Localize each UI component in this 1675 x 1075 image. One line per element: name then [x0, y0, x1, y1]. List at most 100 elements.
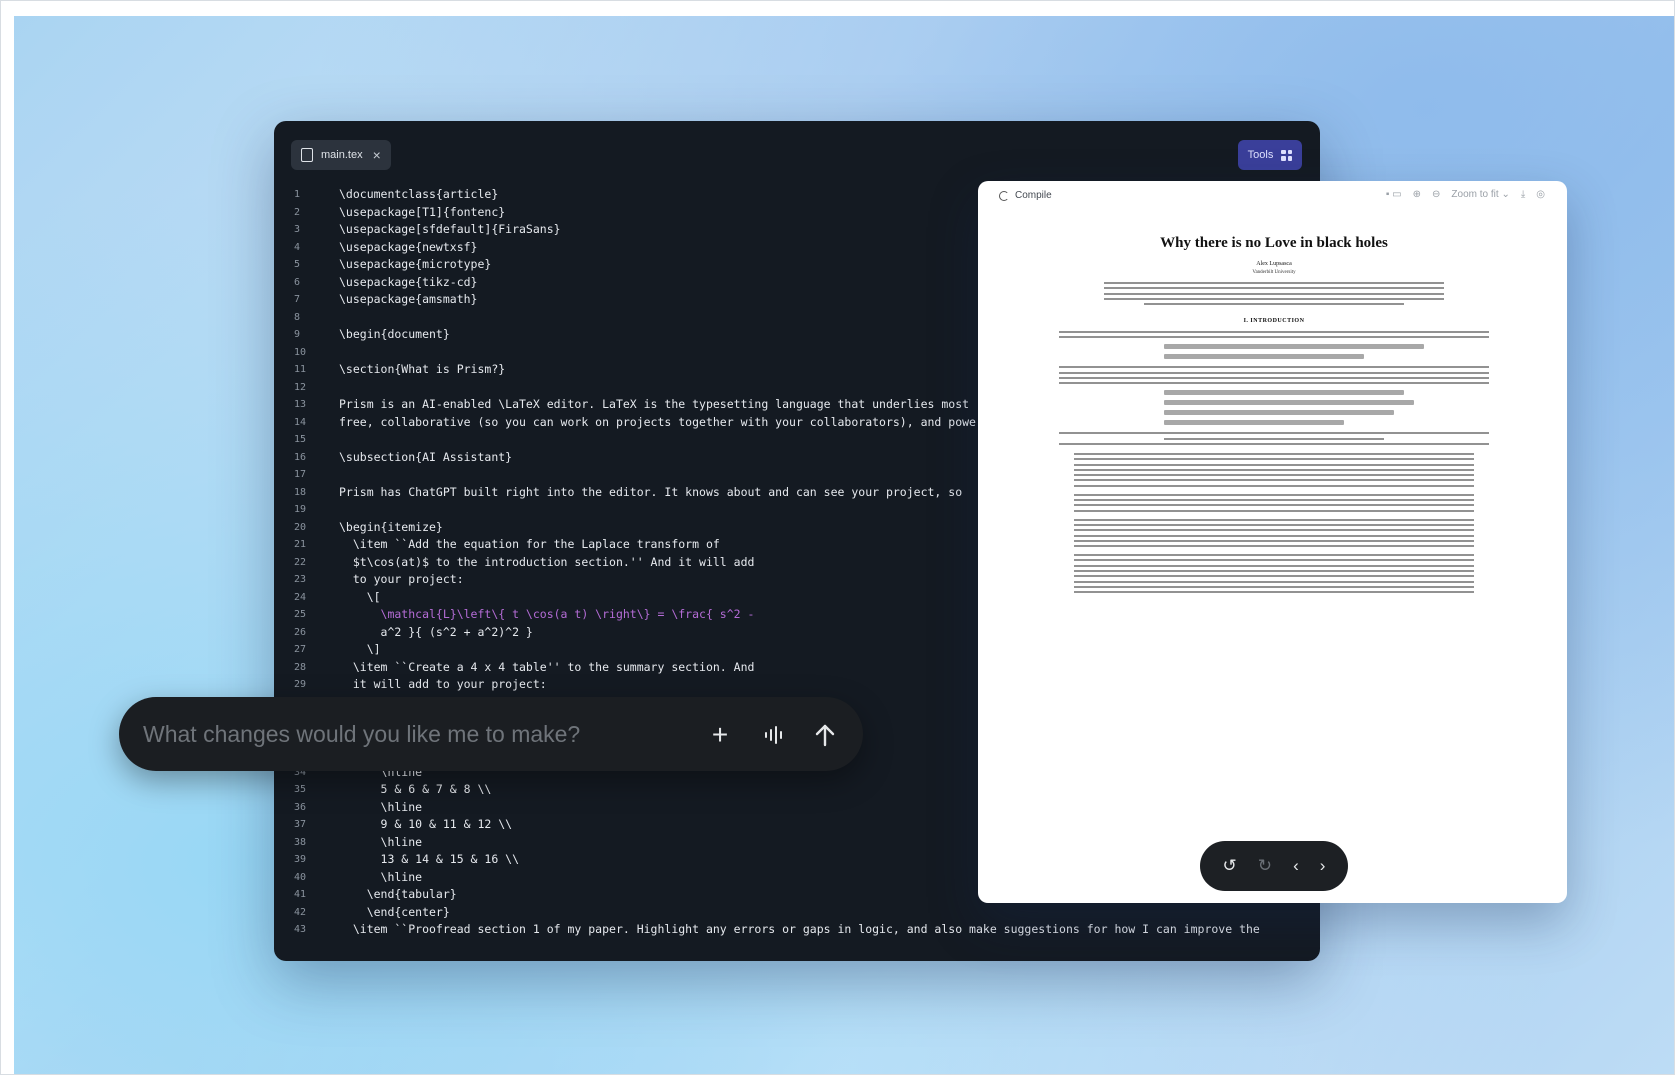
line-number: 23 [294, 574, 307, 585]
editor-tab-bar: main.tex × Tools [274, 121, 1320, 179]
line-number: 14 [294, 416, 307, 428]
line-text: \usepackage[T1]{fontenc} [339, 204, 506, 219]
document-icon [301, 148, 313, 162]
line-number: 5 [294, 259, 301, 270]
zoom-out-icon[interactable]: ⊖ [1432, 189, 1440, 200]
prompt-input[interactable] [143, 717, 663, 751]
line-number: 21 [294, 539, 307, 550]
line-text: \documentclass{article} [339, 187, 499, 201]
line-text: Prism has ChatGPT built right into the e… [339, 484, 963, 499]
line-text: a^2 }{ (s^2 + a^2)^2 } [339, 624, 533, 639]
zoom-label: Zoom to fit [1451, 189, 1499, 200]
line-text: \hline [339, 834, 423, 849]
line-text: \section{What is Prism?} [339, 362, 506, 376]
previous-page-icon[interactable]: ‹ [1293, 856, 1299, 876]
compile-button[interactable]: Compile [999, 190, 1052, 201]
line-number: 38 [294, 836, 307, 848]
abstract-text [1044, 282, 1504, 306]
prompt-bar: + [119, 697, 863, 771]
line-text: to your project: [339, 572, 464, 586]
line-number: 18 [294, 486, 307, 498]
code-line[interactable]: 42 \end{center} [274, 904, 1320, 922]
line-text: $t\cos(at)$ to the introduction section.… [339, 554, 755, 569]
redo-icon[interactable]: ↻ [1258, 856, 1272, 876]
line-text: it will add to your project: [339, 677, 547, 691]
send-icon[interactable] [809, 719, 841, 751]
zoom-select[interactable]: Zoom to fit ⌄ [1451, 189, 1509, 200]
line-number: 29 [294, 679, 307, 690]
grid-icon [1281, 149, 1293, 161]
voice-icon[interactable] [758, 719, 790, 751]
pdf-toolbar: Compile ▪ ▭ ⊕ ⊖ Zoom to fit ⌄ ⤓ ◎ [978, 181, 1567, 215]
download-icon[interactable]: ⤓ [1521, 189, 1525, 200]
paper-author: Alex Lupsasca [1256, 261, 1292, 267]
body-text [1044, 331, 1504, 339]
line-text: \hline [339, 869, 423, 884]
list-text [1044, 452, 1504, 594]
paper-affiliation: Vanderbilt University [1252, 270, 1296, 275]
line-text: \begin{document} [339, 327, 450, 341]
line-number: 35 [294, 784, 307, 795]
line-text: \usepackage{newtxsf} [339, 239, 478, 254]
line-number: 7 [294, 294, 301, 305]
line-number: 2 [294, 206, 301, 218]
line-number: 26 [294, 626, 307, 638]
line-text: Prism is an AI-enabled \LaTeX editor. La… [339, 397, 970, 411]
line-number: 13 [294, 399, 307, 410]
line-number: 24 [294, 591, 307, 603]
line-text: \item ``Proofread section 1 of my paper.… [339, 922, 1260, 936]
line-text: \usepackage{microtype} [339, 257, 492, 271]
line-text: \hline [339, 799, 423, 814]
line-number: 43 [294, 924, 307, 935]
line-number: 27 [294, 644, 307, 655]
line-text: \end{tabular} [339, 887, 457, 901]
pdf-nav-controls: ↺ ↻ ‹ › [1200, 841, 1348, 891]
zoom-in-icon[interactable]: ⊕ [1413, 189, 1421, 200]
undo-icon[interactable]: ↺ [1223, 856, 1237, 876]
line-number: 36 [294, 801, 307, 813]
paper-title: Why there is no Love in black holes [1160, 235, 1388, 251]
line-text: \end{center} [339, 904, 450, 919]
body-text [1044, 432, 1504, 445]
line-text: 9 & 10 & 11 & 12 \\ [339, 817, 513, 831]
line-text: \[ [339, 589, 381, 604]
next-page-icon[interactable]: › [1320, 856, 1326, 876]
add-icon[interactable]: + [704, 719, 736, 751]
line-number: 4 [294, 241, 301, 253]
equation-block [1124, 344, 1424, 360]
line-number: 12 [294, 381, 307, 393]
file-tab-label: main.tex [321, 149, 363, 161]
line-number: 16 [294, 451, 307, 463]
compile-label: Compile [1015, 190, 1052, 201]
tools-button[interactable]: Tools [1238, 140, 1302, 170]
line-number: 6 [294, 276, 301, 288]
line-text: \] [339, 642, 381, 656]
settings-icon[interactable]: ◎ [1536, 189, 1545, 200]
section-heading: I. INTRODUCTION [1243, 318, 1305, 325]
line-number: 42 [294, 906, 307, 918]
line-number: 9 [294, 329, 301, 340]
line-text: \usepackage[sfdefault]{FiraSans} [339, 222, 561, 236]
line-number: 10 [294, 346, 307, 358]
comment-icon[interactable]: ▪ ▭ [1386, 189, 1402, 200]
line-number: 15 [294, 434, 307, 445]
line-number: 17 [294, 469, 307, 480]
line-number: 3 [294, 224, 301, 235]
file-tab-main-tex[interactable]: main.tex × [291, 140, 391, 170]
close-icon[interactable]: × [373, 147, 381, 163]
line-text: 13 & 14 & 15 & 16 \\ [339, 852, 520, 866]
line-number: 20 [294, 521, 307, 533]
line-text: \begin{itemize} [339, 519, 443, 534]
line-text: \usepackage{amsmath} [339, 292, 478, 306]
pdf-page: Why there is no Love in black holes Alex… [1044, 233, 1504, 833]
left-strip [0, 0, 14, 1075]
code-line[interactable]: 43 \item ``Proofread section 1 of my pap… [274, 921, 1320, 939]
line-text: \item ``Add the equation for the Laplace… [339, 537, 720, 551]
line-text: 5 & 6 & 7 & 8 \\ [339, 782, 492, 796]
line-text: \usepackage{tikz-cd} [339, 274, 478, 289]
line-text: free, collaborative (so you can work on … [339, 414, 1004, 429]
line-number: 22 [294, 556, 307, 568]
line-text: \mathcal{L}\left\{ t \cos(a t) \right\} … [339, 607, 755, 621]
line-number: 25 [294, 609, 307, 620]
line-number: 41 [294, 889, 307, 900]
